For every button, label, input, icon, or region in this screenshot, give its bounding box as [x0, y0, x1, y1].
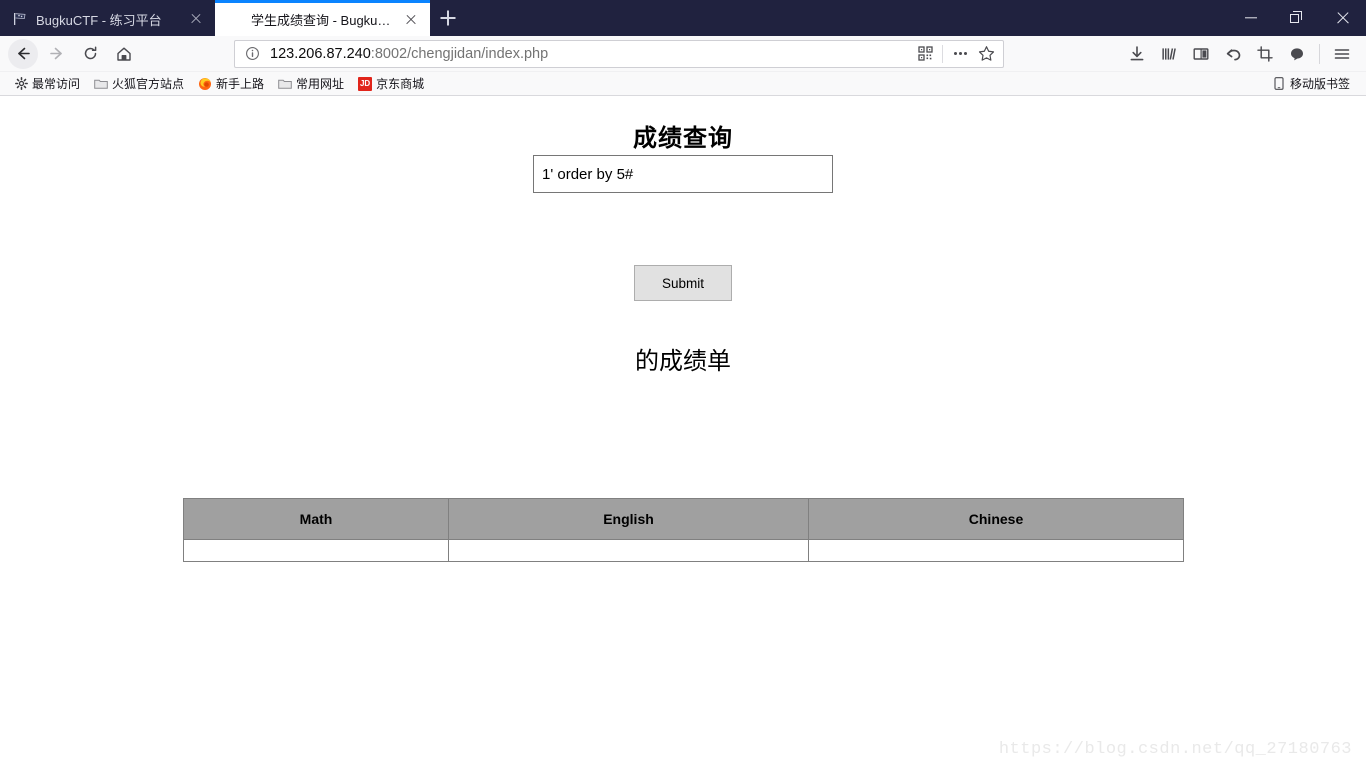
library-icon[interactable] [1153, 39, 1185, 69]
tab-bugkuctf[interactable]: BugkuCTF - 练习平台 [0, 2, 215, 36]
folder-icon [94, 77, 108, 91]
navigation-toolbar: 123.206.87.240:8002/chengjidan/index.php [0, 36, 1366, 72]
forward-arrow-icon [49, 47, 62, 60]
bookmark-label: 常用网址 [296, 77, 345, 91]
close-icon[interactable] [187, 10, 205, 28]
submit-button[interactable]: Submit [634, 265, 732, 301]
url-path: :8002/chengjidan/index.php [370, 45, 549, 62]
bookmark-star-icon[interactable] [973, 42, 999, 66]
bookmark-label: 火狐官方站点 [112, 77, 185, 91]
jd-icon: JD [358, 76, 373, 91]
maximize-restore-button[interactable] [1274, 0, 1320, 36]
tab-student-score-query[interactable]: 学生成绩查询 - Bugku一班 [215, 0, 430, 36]
title-bar: BugkuCTF - 练习平台 学生成绩查询 - Bugku一班 [0, 0, 1366, 36]
bookmark-jd-mall[interactable]: JD 京东商城 [352, 74, 430, 93]
watermark: https://blog.csdn.net/qq_27180763 [998, 740, 1352, 759]
tab-title: BugkuCTF - 练习平台 [36, 12, 162, 28]
window-controls [1228, 0, 1366, 36]
qr-code-icon[interactable] [912, 42, 938, 66]
url-host: 123.206.87.240 [270, 45, 371, 62]
browser-window: BugkuCTF - 练习平台 学生成绩查询 - Bugku一班 123.206… [0, 0, 1366, 768]
table-header: Math English Chinese [183, 498, 1184, 540]
table-header-row: Math English Chinese [183, 498, 1184, 540]
app-menu-icon[interactable] [1326, 39, 1358, 69]
divider [1319, 43, 1320, 64]
address-bar-actions [912, 42, 999, 66]
reload-button[interactable] [74, 39, 106, 69]
undo-close-tab-icon[interactable] [1217, 39, 1249, 69]
bookmark-label: 京东商城 [376, 77, 425, 91]
back-button[interactable] [8, 38, 38, 69]
bookmark-label: 移动版书签 [1289, 77, 1350, 91]
firefox-icon [198, 77, 212, 91]
home-icon [117, 47, 131, 61]
column-header-math: Math [183, 498, 449, 540]
bookmarks-bar: 最常访问 火狐官方站点 新手上路 常用网址 JD 京东商城 移动版书签 [0, 72, 1366, 96]
screenshot-icon[interactable] [1249, 39, 1281, 69]
address-bar[interactable]: 123.206.87.240:8002/chengjidan/index.php [234, 39, 1004, 68]
url-text[interactable]: 123.206.87.240:8002/chengjidan/index.php [270, 46, 912, 62]
minimize-button[interactable] [1228, 0, 1274, 36]
table-cell-chinese [808, 539, 1184, 562]
sidebar-icon[interactable] [1185, 39, 1217, 69]
table-row [183, 539, 1184, 562]
query-input[interactable] [533, 155, 833, 193]
bookmark-mobile-bookmarks[interactable]: 移动版书签 [1266, 74, 1356, 93]
downloads-icon[interactable] [1121, 39, 1153, 69]
blank-icon [227, 12, 243, 28]
folder-icon [278, 77, 292, 91]
bookmark-common-sites[interactable]: 常用网址 [272, 74, 350, 93]
bookmark-most-visited[interactable]: 最常访问 [8, 74, 86, 93]
close-icon[interactable] [402, 11, 420, 29]
pocket-icon[interactable] [1281, 39, 1313, 69]
tab-title: 学生成绩查询 - Bugku一班 [251, 13, 396, 28]
page-title: 成绩查询 [633, 125, 733, 152]
mobile-icon [1272, 77, 1286, 91]
result-title: 的成绩单 [635, 348, 731, 375]
bookmark-getting-started[interactable]: 新手上路 [192, 74, 270, 93]
score-table: Math English Chinese [183, 498, 1184, 562]
table-cell-math [183, 539, 449, 562]
table-cell-english [448, 539, 809, 562]
forward-button[interactable] [40, 39, 72, 69]
bookmark-firefox-official[interactable]: 火狐官方站点 [88, 74, 190, 93]
bookmark-label: 新手上路 [216, 77, 265, 91]
column-header-chinese: Chinese [808, 498, 1184, 540]
new-tab-button[interactable] [430, 0, 466, 36]
tab-strip: BugkuCTF - 练习平台 学生成绩查询 - Bugku一班 [0, 0, 466, 36]
back-arrow-icon [17, 47, 30, 60]
reload-icon [84, 46, 96, 60]
home-button[interactable] [108, 39, 140, 69]
bookmark-label: 最常访问 [32, 77, 81, 91]
column-header-english: English [448, 498, 809, 540]
divider [942, 44, 943, 63]
browser-actions-toolbar [1121, 39, 1358, 69]
flag-icon [12, 11, 28, 27]
close-window-button[interactable] [1320, 0, 1366, 36]
info-circle-icon[interactable] [245, 46, 260, 61]
page-actions-icon[interactable] [947, 42, 973, 66]
page-content: 成绩查询 Submit 的成绩单 Math English Chinese [0, 96, 1366, 767]
table-body [183, 539, 1184, 562]
gear-icon [14, 77, 28, 91]
